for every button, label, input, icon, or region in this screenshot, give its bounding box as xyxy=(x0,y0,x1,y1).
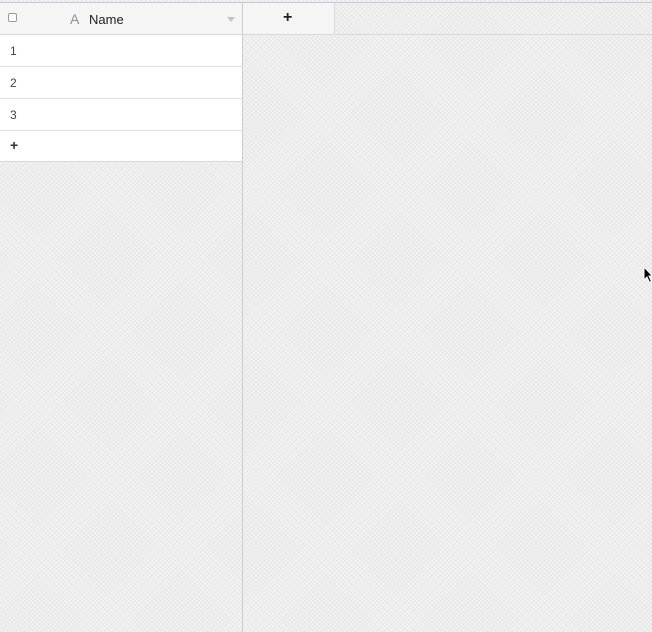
chevron-down-icon[interactable] xyxy=(227,17,235,22)
text-field-icon: A xyxy=(70,11,80,27)
row-number: 2 xyxy=(10,76,17,90)
column-header-name[interactable]: Name xyxy=(89,12,124,27)
grid-view: A Name 1 2 3 + + xyxy=(0,0,652,632)
select-all-checkbox[interactable] xyxy=(8,13,17,22)
add-row-button[interactable]: + xyxy=(0,131,242,162)
table-row[interactable]: 1 xyxy=(0,35,242,67)
row-list: 1 2 3 + xyxy=(0,35,242,162)
mouse-cursor-icon xyxy=(643,266,652,284)
add-column-button[interactable]: + xyxy=(243,3,335,35)
row-number: 3 xyxy=(10,108,17,122)
header-row: A Name xyxy=(0,3,242,35)
header-divider xyxy=(336,34,652,35)
plus-icon: + xyxy=(10,137,19,153)
table-row[interactable]: 2 xyxy=(0,67,242,99)
plus-icon: + xyxy=(283,9,293,26)
table-row[interactable]: 3 xyxy=(0,99,242,131)
primary-column-section: A Name 1 2 3 + xyxy=(0,3,243,632)
row-number: 1 xyxy=(10,44,17,58)
